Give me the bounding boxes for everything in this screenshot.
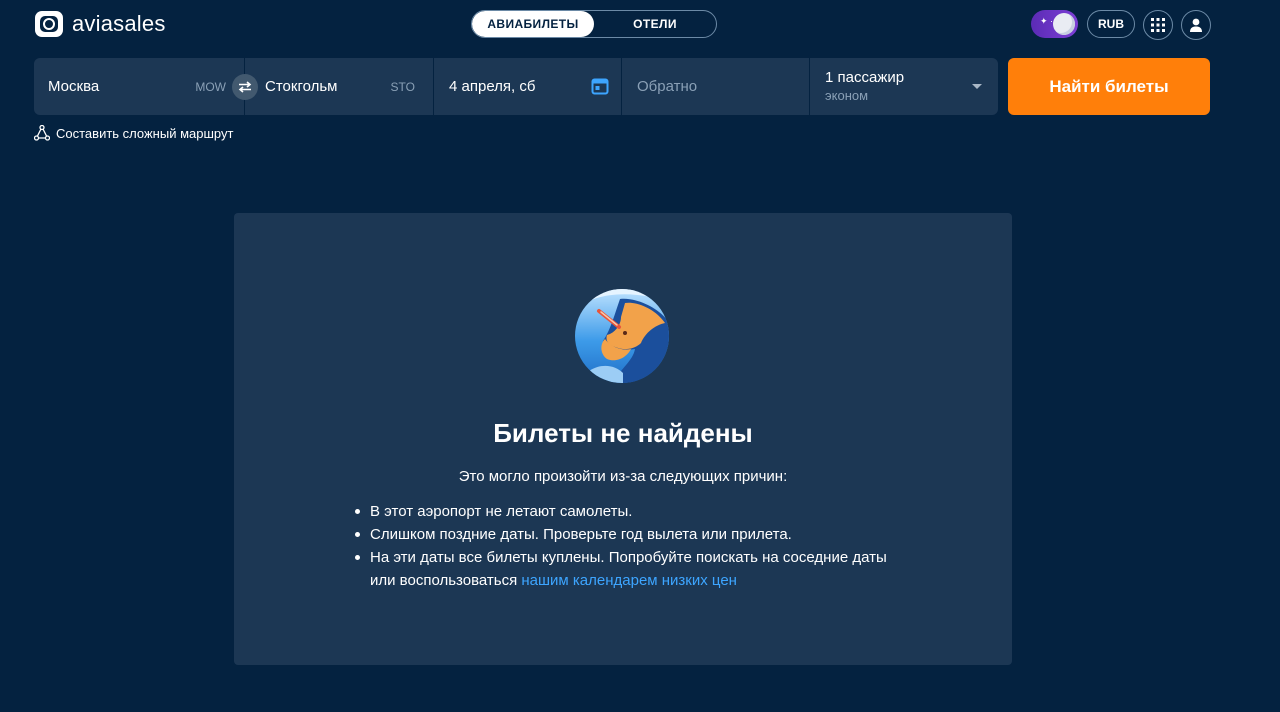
stars-icon: ✦ · [1040, 16, 1054, 26]
origin-city: Москва [48, 78, 100, 95]
cabin-class: эконом [825, 88, 869, 103]
reasons-list: В этот аэропорт не летают самолеты. Слиш… [352, 500, 912, 592]
destination-city: Стокгольм [265, 78, 338, 95]
route-icon [34, 125, 50, 141]
profile-button[interactable] [1181, 10, 1211, 40]
complex-route-link[interactable]: Составить сложный маршрут [34, 125, 233, 141]
depart-date-field[interactable]: 4 апреля, сб [434, 58, 621, 115]
low-price-calendar-link[interactable]: нашим календарем низких цен [521, 572, 737, 589]
swap-arrows-icon [238, 81, 252, 93]
search-button[interactable]: Найти билеты [1008, 58, 1210, 115]
tab-hotels[interactable]: ОТЕЛИ [594, 11, 716, 37]
apps-grid-icon [1151, 18, 1165, 32]
brand-name: aviasales [72, 11, 166, 36]
empty-state-subtitle: Это могло произойти из-за следующих прич… [458, 468, 788, 485]
destination-code: STO [390, 79, 415, 94]
passengers-count: 1 пассажир [825, 69, 905, 86]
return-date-placeholder: Обратно [637, 78, 698, 95]
swap-button[interactable] [232, 74, 258, 100]
unicorn-illustration [575, 289, 669, 383]
user-icon [1190, 18, 1202, 32]
origin-field[interactable]: Москва MOW [34, 58, 244, 115]
complex-route-label: Составить сложный маршрут [56, 125, 234, 141]
top-header: aviasales АВИАБИЛЕТЫ ОТЕЛИ ✦ · RUB [0, 0, 1280, 50]
list-item: В этот аэропорт не летают самолеты. [352, 500, 912, 523]
depart-date-value: 4 апреля, сб [449, 78, 536, 95]
tab-flights[interactable]: АВИАБИЛЕТЫ [472, 11, 594, 37]
empty-state-card: Билеты не найдены Это могло произойти из… [234, 213, 1012, 665]
night-mode-toggle[interactable]: ✦ · [1031, 10, 1078, 38]
origin-code: MOW [195, 79, 226, 94]
product-tabs: АВИАБИЛЕТЫ ОТЕЛИ [471, 10, 717, 38]
passengers-selector[interactable]: 1 пассажир эконом [810, 58, 998, 115]
destination-field[interactable]: Стокгольм STO [245, 58, 433, 115]
return-date-field[interactable]: Обратно [622, 58, 809, 115]
currency-button[interactable]: RUB [1087, 10, 1135, 38]
list-item: Слишком поздние даты. Проверьте год выле… [352, 523, 912, 546]
moon-icon [1053, 13, 1075, 35]
chevron-down-icon [972, 84, 982, 89]
aviasales-logo-icon [35, 11, 63, 37]
apps-button[interactable] [1143, 10, 1173, 40]
calendar-icon[interactable] [591, 77, 609, 95]
list-item: На эти даты все билеты куплены. Попробуй… [352, 546, 912, 592]
empty-state-title: Билеты не найдены [493, 418, 753, 448]
logo[interactable]: aviasales [34, 10, 166, 38]
